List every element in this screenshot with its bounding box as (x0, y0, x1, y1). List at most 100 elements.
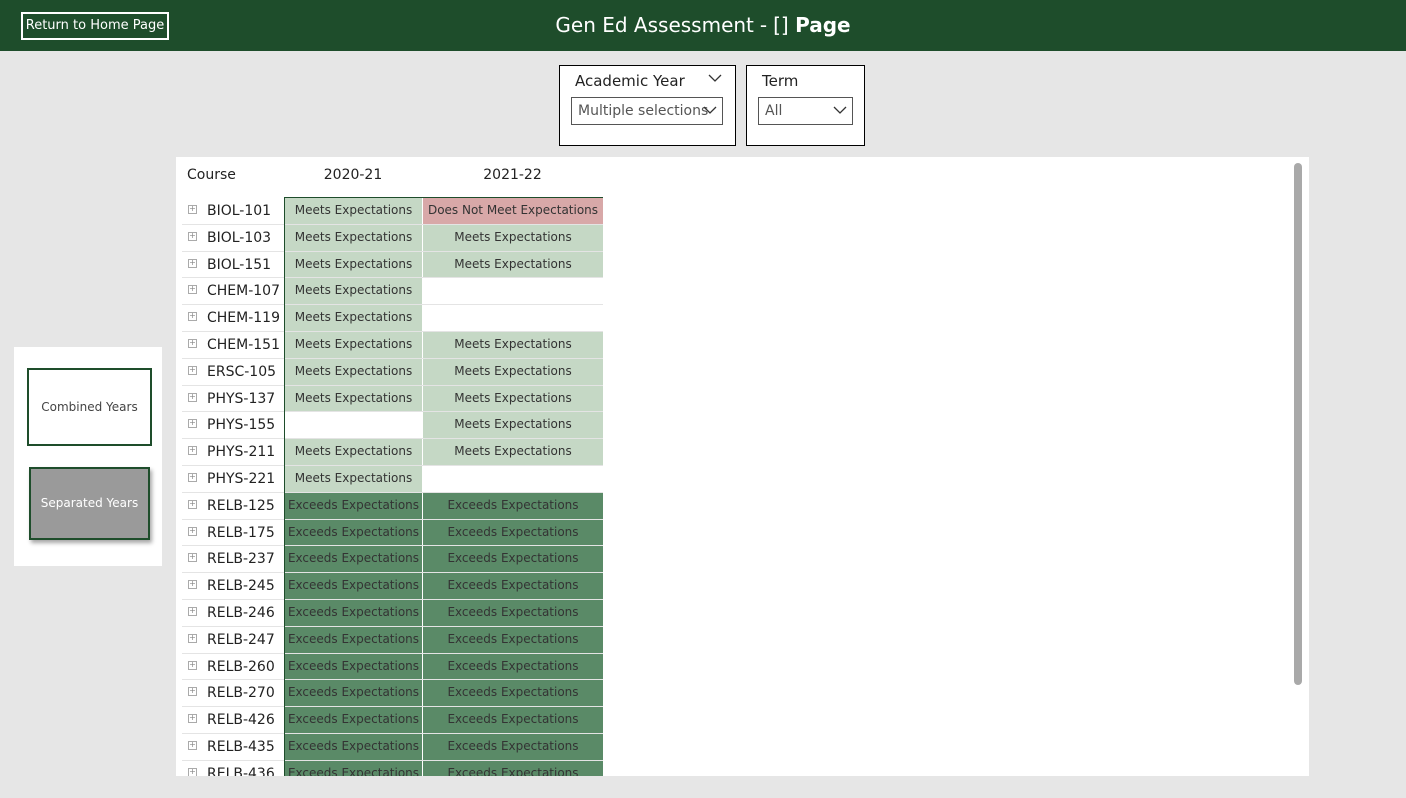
table-row: + PHYS-137 Meets Expectations Meets Expecta… (182, 385, 603, 413)
course-code: PHYS-155 (207, 417, 276, 434)
expand-row-icon[interactable]: + (188, 687, 197, 697)
expand-row-icon[interactable]: + (188, 258, 197, 268)
academic-year-slicer: Academic Year Multiple selections (559, 65, 736, 146)
page-title: Gen Ed Assessment -[] Page (0, 0, 1406, 51)
expand-row-icon[interactable]: + (188, 231, 197, 241)
cell-2021-22: Does Not Meet Expectations (423, 198, 603, 224)
expand-row-icon[interactable]: + (188, 660, 197, 670)
matrix-rows: + BIOL-101 Meets Expectations Does Not Meet… (182, 198, 603, 776)
expand-row-icon[interactable]: + (188, 553, 197, 563)
combined-years-button[interactable]: Combined Years (27, 368, 152, 446)
table-row: + BIOL-103 Meets Expectations Meets Expecta… (182, 224, 603, 252)
cell-2021-22: Meets Expectations (423, 412, 603, 439)
vertical-scrollbar[interactable] (1294, 163, 1302, 685)
cell-2020-21: Meets Expectations (285, 439, 423, 465)
course-code: RELB-260 (207, 658, 275, 675)
course-code: RELB-436 (207, 765, 275, 776)
cell-2021-22: Exceeds Expectations (423, 653, 603, 680)
cell-2021-22: Exceeds Expectations (423, 519, 603, 546)
table-row: + PHYS-211 Meets Expectations Meets Expecta… (182, 439, 603, 466)
expand-row-icon[interactable]: + (188, 312, 197, 322)
cell-2021-22 (423, 465, 603, 492)
expand-row-icon[interactable]: + (188, 472, 197, 482)
table-row: + PHYS-221 Meets Expectations (182, 465, 603, 493)
course-code: BIOL-101 (207, 203, 272, 219)
chevron-down-icon (703, 98, 717, 125)
academic-year-title: Academic Year (575, 72, 685, 90)
term-title: Term (762, 72, 799, 90)
column-header-2020-21[interactable]: 2020-21 (284, 167, 422, 183)
cell-2020-21: Meets Expectations (285, 465, 423, 492)
table-row: + BIOL-151 Meets Expectations Meets Expecta… (182, 251, 603, 279)
expand-row-icon[interactable]: + (188, 205, 197, 214)
term-slicer: Term All (746, 65, 865, 146)
course-code: RELB-435 (207, 738, 275, 755)
expand-row-icon[interactable]: + (188, 633, 197, 643)
expand-row-icon[interactable]: + (188, 499, 197, 509)
page-title-separator: - (759, 13, 768, 37)
expand-row-icon[interactable]: + (188, 767, 197, 776)
term-dropdown[interactable]: All (758, 97, 853, 125)
course-code: CHEM-119 (207, 310, 281, 327)
expand-row-icon[interactable]: + (188, 714, 197, 724)
cell-2020-21: Meets Expectations (285, 358, 423, 385)
course-code: RELB-247 (207, 631, 275, 648)
expand-row-icon[interactable]: + (188, 606, 197, 616)
expand-row-icon[interactable]: + (188, 740, 197, 750)
expand-row-icon[interactable]: + (188, 285, 197, 295)
table-row: + RELB-237 Exceeds Expectations Exceeds Exp… (182, 546, 603, 574)
table-row: + RELB-260 Exceeds Expectations Exceeds Exp… (182, 653, 603, 681)
expand-row-icon[interactable]: + (188, 338, 197, 348)
expand-row-icon[interactable]: + (188, 580, 197, 590)
top-bar: Return to Home Page Gen Ed Assessment -[]… (0, 0, 1406, 51)
cell-2020-21: Exceeds Expectations (285, 573, 423, 599)
expand-row-icon[interactable]: + (188, 526, 197, 536)
cell-2020-21: Meets Expectations (285, 224, 423, 251)
academic-year-selected: Multiple selections (578, 103, 709, 119)
page-title-main: Gen Ed Assessment (555, 13, 754, 37)
course-code: ERSC-105 (207, 363, 277, 380)
expand-row-icon[interactable]: + (188, 446, 197, 456)
cell-2021-22 (423, 278, 603, 305)
table-row: + CHEM-107 Meets Expectations (182, 278, 603, 306)
course-code: CHEM-107 (207, 283, 281, 300)
cell-2021-22: Exceeds Expectations (423, 599, 603, 626)
table-row: + RELB-175 Exceeds Expectations Exceeds Exp… (182, 519, 603, 547)
cell-2020-21: Meets Expectations (285, 251, 423, 278)
column-header-2021-22[interactable]: 2021-22 (422, 167, 603, 183)
cell-2021-22: Exceeds Expectations (423, 680, 603, 707)
course-code: RELB-175 (207, 524, 275, 541)
table-row: + RELB-426 Exceeds Expectations Exceeds Exp… (182, 707, 603, 734)
expand-row-icon[interactable]: + (188, 365, 197, 375)
course-code: RELB-245 (207, 578, 275, 595)
cell-2020-21: Exceeds Expectations (285, 733, 423, 760)
cell-2020-21: Exceeds Expectations (285, 707, 423, 733)
expand-row-icon[interactable]: + (188, 392, 197, 402)
expand-row-icon[interactable]: + (188, 419, 197, 429)
cell-2020-21: Exceeds Expectations (285, 599, 423, 626)
chevron-down-icon[interactable] (708, 72, 722, 86)
term-selected: All (765, 103, 783, 119)
course-code: CHEM-151 (207, 336, 281, 353)
table-row: + RELB-125 Exceeds Expectations Exceeds Exp… (182, 492, 603, 520)
course-code: RELB-270 (207, 685, 275, 702)
cell-2020-21: Meets Expectations (285, 278, 423, 305)
cell-2020-21: Exceeds Expectations (285, 760, 423, 776)
cell-2020-21: Exceeds Expectations (285, 546, 423, 573)
cell-2020-21: Meets Expectations (285, 385, 423, 412)
cell-2021-22: Exceeds Expectations (423, 573, 603, 599)
table-row: + CHEM-119 Meets Expectations (182, 305, 603, 332)
cell-2021-22: Meets Expectations (423, 331, 603, 358)
separated-years-button[interactable]: Separated Years (29, 467, 150, 540)
course-code: BIOL-103 (207, 229, 272, 246)
table-row: + RELB-436 Exceeds Expectations Exceeds Exp… (182, 760, 603, 776)
cell-2021-22: Meets Expectations (423, 439, 603, 465)
chevron-down-icon (833, 98, 847, 125)
table-row: + ERSC-105 Meets Expectations Meets Expecta… (182, 358, 603, 386)
academic-year-dropdown[interactable]: Multiple selections (571, 97, 723, 125)
column-header-course[interactable]: Course (187, 167, 236, 183)
table-row: + RELB-245 Exceeds Expectations Exceeds Exp… (182, 573, 603, 600)
cell-2020-21 (285, 412, 423, 439)
cell-2020-21: Exceeds Expectations (285, 519, 423, 546)
cell-2021-22: Meets Expectations (423, 251, 603, 278)
